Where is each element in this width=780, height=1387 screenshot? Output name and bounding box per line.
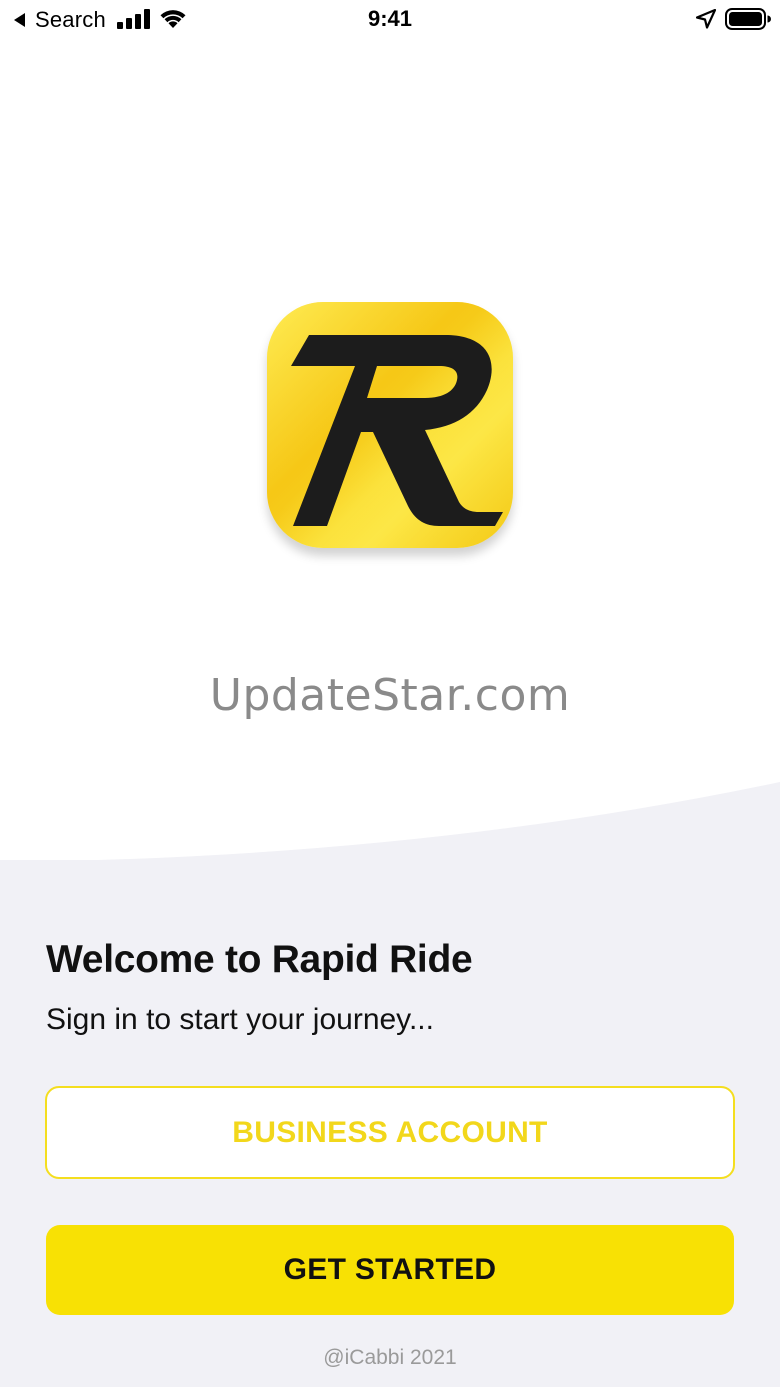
welcome-subtitle: Sign in to start your journey... (46, 1003, 434, 1036)
get-started-button[interactable]: GET STARTED (46, 1225, 734, 1315)
copyright-text: @iCabbi 2021 (323, 1346, 457, 1369)
rapid-ride-r-logo-icon (267, 302, 513, 548)
location-arrow-icon (696, 9, 716, 29)
panel-curve (0, 782, 780, 870)
welcome-title: Welcome to Rapid Ride (46, 938, 473, 981)
watermark-text: UpdateStar.com (209, 670, 571, 721)
business-account-button[interactable]: BUSINESS ACCOUNT (45, 1086, 735, 1179)
battery-icon (725, 8, 771, 30)
app-logo (267, 302, 513, 548)
status-time: 9:41 (367, 6, 413, 31)
status-bar: Search 9:41 (0, 0, 780, 40)
